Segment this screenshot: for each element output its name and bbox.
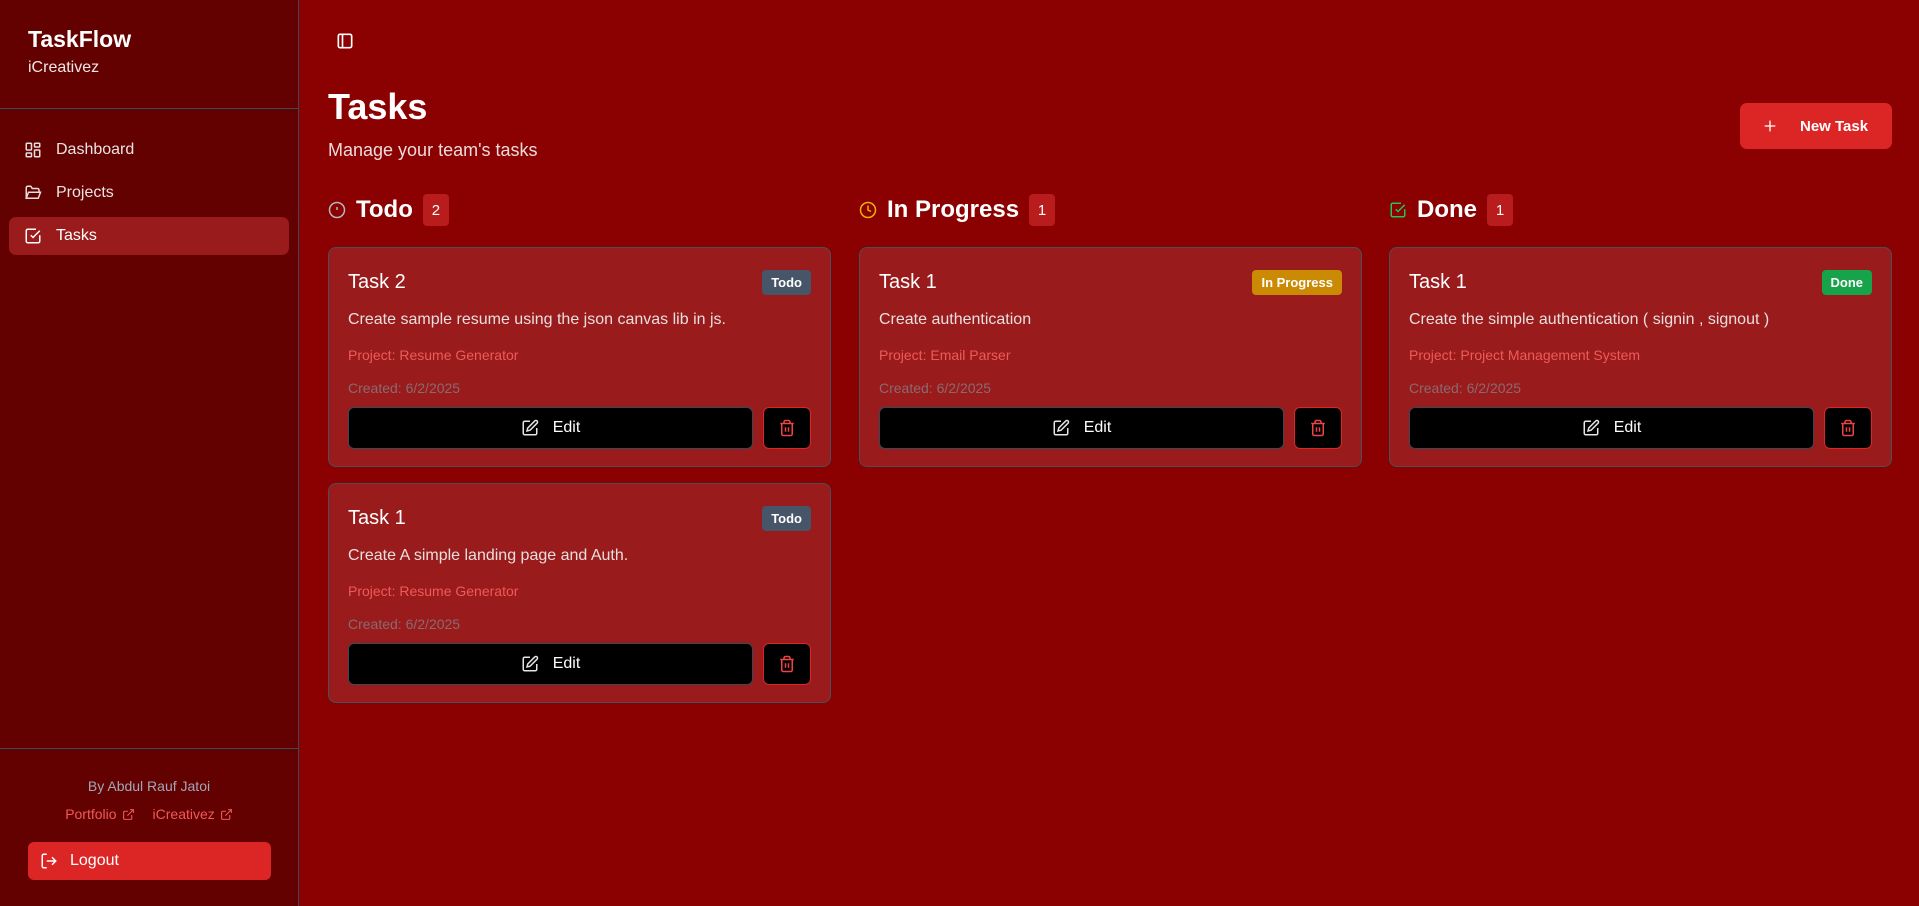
sidebar: TaskFlow iCreativez Dashboard Projects T… bbox=[0, 0, 299, 906]
task-created: Created: 6/2/2025 bbox=[879, 380, 992, 396]
app-title: TaskFlow bbox=[28, 26, 132, 52]
trash-icon bbox=[1311, 419, 1325, 437]
task-card: Task 1 Done Create the simple authentica… bbox=[1389, 247, 1892, 467]
page-subtitle: Manage your team's tasks bbox=[328, 140, 538, 160]
trash-icon bbox=[1841, 419, 1855, 437]
plus-icon bbox=[1764, 120, 1776, 132]
edit-label: Edit bbox=[1613, 419, 1642, 436]
task-title: Task 1 bbox=[1409, 270, 1467, 293]
edit-label: Edit bbox=[552, 419, 581, 436]
task-card: Task 2 Todo Create sample resume using t… bbox=[328, 247, 831, 467]
new-task-button[interactable]: New Task bbox=[1740, 103, 1892, 149]
edit-icon bbox=[522, 655, 538, 672]
status-badge: Todo bbox=[762, 269, 811, 295]
edit-icon bbox=[1053, 419, 1069, 436]
delete-button[interactable] bbox=[763, 643, 811, 685]
task-project: Project: Resume Generator bbox=[348, 583, 519, 599]
external-link-icon bbox=[220, 808, 232, 820]
edit-button[interactable]: Edit bbox=[1409, 407, 1814, 449]
sidebar-item-label: Projects bbox=[56, 184, 114, 201]
task-created: Created: 6/2/2025 bbox=[348, 380, 461, 396]
icreativez-link-label: iCreativez bbox=[152, 806, 215, 822]
page-title: Tasks bbox=[328, 86, 428, 127]
column-title: Todo bbox=[356, 196, 413, 223]
edit-icon bbox=[1583, 419, 1599, 436]
portfolio-link[interactable]: Portfolio bbox=[65, 806, 134, 822]
logout-label: Logout bbox=[70, 852, 119, 869]
sidebar-nav: Dashboard Projects Tasks bbox=[0, 109, 298, 255]
delete-button[interactable] bbox=[763, 407, 811, 449]
column-header: Done 1 bbox=[1389, 192, 1892, 228]
trash-icon bbox=[780, 419, 794, 437]
task-description: Create A simple landing page and Auth. bbox=[348, 547, 629, 564]
edit-button[interactable]: Edit bbox=[348, 407, 753, 449]
edit-button[interactable]: Edit bbox=[348, 643, 753, 685]
alert-circle-icon bbox=[328, 201, 356, 219]
sidebar-footer: By Abdul Rauf Jatoi Portfolio iCreativez… bbox=[0, 748, 298, 880]
edit-icon bbox=[522, 419, 538, 436]
edit-label: Edit bbox=[1083, 419, 1112, 436]
dashboard-icon bbox=[25, 142, 41, 158]
logout-button[interactable]: Logout bbox=[28, 842, 271, 880]
delete-button[interactable] bbox=[1824, 407, 1872, 449]
status-badge: Done bbox=[1821, 269, 1872, 295]
edit-button[interactable]: Edit bbox=[879, 407, 1284, 449]
app-subtitle: iCreativez bbox=[28, 59, 100, 76]
sidebar-item-dashboard[interactable]: Dashboard bbox=[9, 131, 289, 169]
task-title: Task 2 bbox=[348, 270, 406, 293]
trash-icon bbox=[780, 655, 794, 673]
task-card: Task 1 Todo Create A simple landing page… bbox=[328, 483, 831, 703]
sidebar-item-label: Dashboard bbox=[56, 141, 135, 158]
check-square-icon bbox=[1389, 201, 1417, 219]
sidebar-item-label: Tasks bbox=[56, 227, 97, 244]
brand: TaskFlow iCreativez bbox=[0, 0, 298, 109]
column-todo: Todo 2 Task 2 Todo Create sample resume … bbox=[328, 192, 831, 719]
status-badge: Todo bbox=[762, 505, 811, 531]
column-count: 2 bbox=[422, 194, 449, 226]
sidebar-item-tasks[interactable]: Tasks bbox=[9, 217, 289, 255]
sidebar-item-projects[interactable]: Projects bbox=[9, 174, 289, 212]
task-created: Created: 6/2/2025 bbox=[1409, 380, 1522, 396]
task-created: Created: 6/2/2025 bbox=[348, 616, 461, 632]
logout-icon bbox=[41, 853, 57, 869]
delete-button[interactable] bbox=[1294, 407, 1342, 449]
task-card: Task 1 In Progress Create authentication… bbox=[859, 247, 1362, 467]
column-count: 1 bbox=[1487, 194, 1513, 226]
sidebar-toggle-icon[interactable] bbox=[335, 31, 355, 51]
edit-label: Edit bbox=[552, 655, 581, 672]
task-project: Project: Resume Generator bbox=[348, 347, 519, 363]
task-project: Project: Project Management System bbox=[1409, 347, 1641, 363]
check-square-icon bbox=[25, 228, 41, 244]
portfolio-link-label: Portfolio bbox=[65, 806, 117, 822]
task-title: Task 1 bbox=[348, 506, 406, 529]
task-project: Project: Email Parser bbox=[879, 347, 1011, 363]
folder-icon bbox=[25, 185, 42, 199]
task-description: Create authentication bbox=[879, 311, 1032, 328]
new-task-label: New Task bbox=[1800, 117, 1869, 135]
column-header: In Progress 1 bbox=[859, 192, 1362, 228]
column-done: Done 1 Task 1 Done Create the simple aut… bbox=[1389, 192, 1892, 483]
task-description: Create sample resume using the json canv… bbox=[348, 311, 726, 328]
task-description: Create the simple authentication ( signi… bbox=[1409, 311, 1770, 328]
clock-icon bbox=[859, 201, 887, 219]
icreativez-link[interactable]: iCreativez bbox=[153, 806, 233, 822]
column-in-progress: In Progress 1 Task 1 In Progress Create … bbox=[859, 192, 1362, 483]
status-badge: In Progress bbox=[1252, 269, 1342, 295]
column-title: In Progress bbox=[887, 196, 1020, 223]
task-title: Task 1 bbox=[879, 270, 937, 293]
column-title: Done bbox=[1417, 196, 1477, 223]
external-link-icon bbox=[122, 808, 134, 820]
column-header: Todo 2 bbox=[328, 192, 831, 228]
column-count: 1 bbox=[1029, 194, 1056, 226]
author-credit: By Abdul Rauf Jatoi bbox=[87, 778, 211, 794]
